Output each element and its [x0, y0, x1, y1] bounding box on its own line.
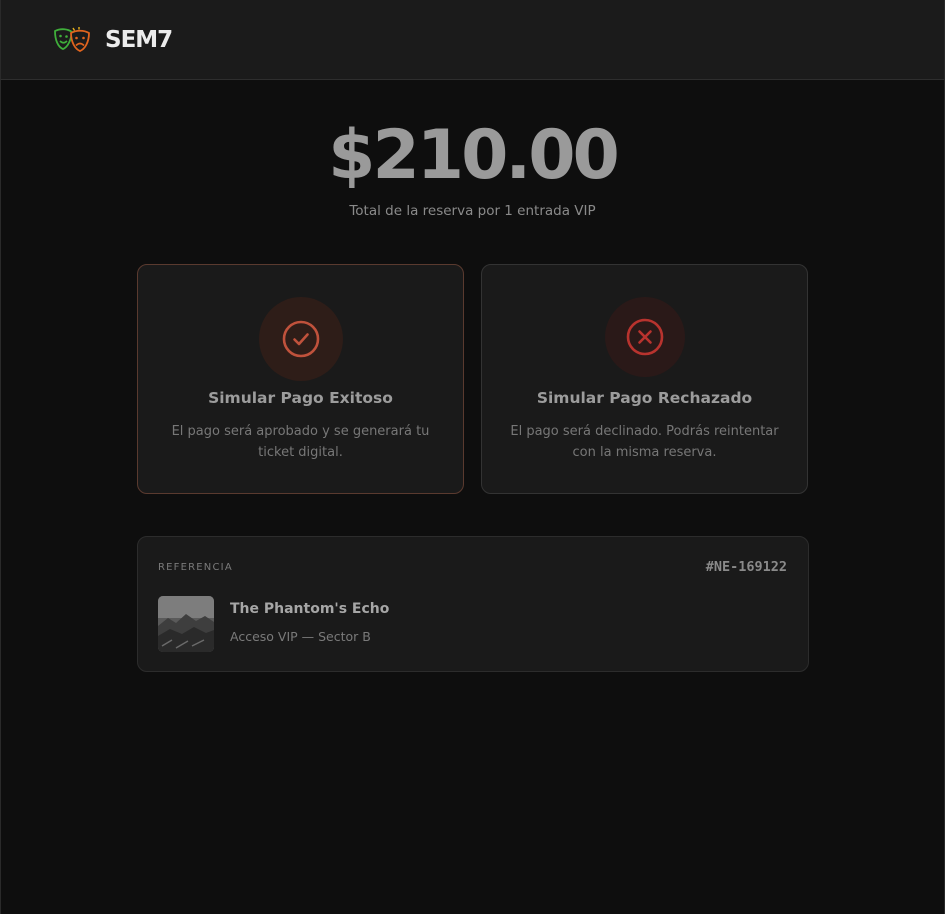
reject-option-description: El pago será declinado. Podrás reintenta… — [510, 424, 779, 460]
simulate-reject-card[interactable]: Simular Pago Rechazado El pago será decl… — [481, 264, 808, 494]
top-bar: SEM7 — [0, 0, 945, 80]
success-icon-badge — [258, 297, 343, 381]
check-circle-icon — [282, 320, 319, 358]
event-ticket-detail: Acceso VIP — Sector B — [230, 629, 371, 644]
simulate-success-card[interactable]: Simular Pago Exitoso El pago será aproba… — [137, 264, 464, 494]
reject-option-title: Simular Pago Rechazado — [536, 389, 753, 407]
brand-name: SEM7 — [105, 27, 173, 53]
success-option-description: El pago será aprobado y se generará tu t… — [171, 424, 430, 460]
event-title: The Phantom's Echo — [230, 601, 390, 617]
event-thumbnail-image — [158, 596, 214, 652]
reference-label: REFERENCIA — [158, 562, 233, 573]
theater-masks-icon — [54, 27, 90, 52]
payment-amount: $210.00 — [328, 116, 620, 195]
reject-icon-badge — [604, 297, 685, 377]
x-circle-icon — [626, 318, 663, 356]
success-option-title: Simular Pago Exitoso — [208, 389, 393, 407]
brand-home-link[interactable]: SEM7 — [53, 24, 173, 56]
reference-card: REFERENCIA #NE-169122 The Phantom's Echo… — [137, 536, 809, 672]
reference-code: #NE-169122 — [705, 559, 787, 575]
payment-description: Total de la reserva por 1 entrada VIP — [349, 203, 596, 219]
